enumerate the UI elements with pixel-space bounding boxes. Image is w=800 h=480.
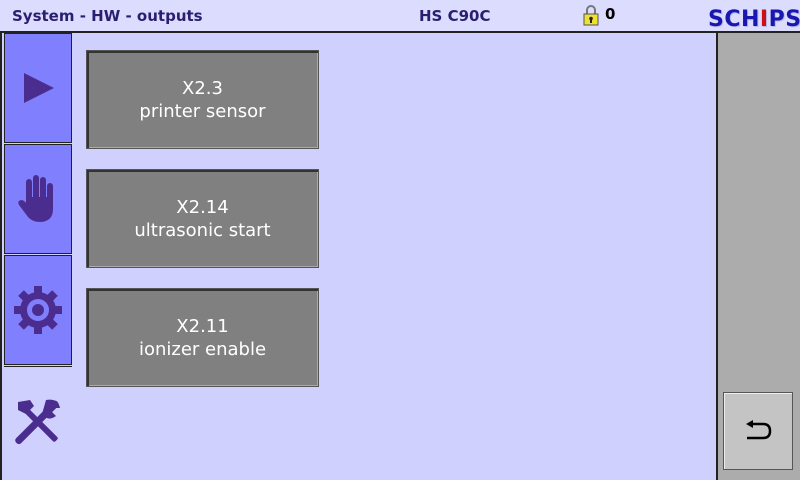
machine-name: HS C90C — [419, 7, 491, 25]
output-id: X2.14 — [176, 196, 229, 218]
header-bar: System - HW - outputs HS C90C 0 SCHIPS — [0, 0, 800, 33]
sidebar — [0, 33, 72, 480]
output-button-x2-3[interactable]: X2.3 printer sensor — [86, 50, 319, 149]
output-id: X2.11 — [176, 315, 229, 337]
access-level: 0 — [605, 5, 616, 23]
schips-logo: SCHIPS — [708, 7, 800, 32]
sidebar-item-system[interactable] — [4, 366, 72, 476]
tools-icon — [15, 399, 60, 444]
gear-icon — [14, 286, 62, 334]
page-title: System - HW - outputs — [12, 7, 203, 25]
output-label: printer sensor — [139, 100, 266, 122]
back-button[interactable] — [723, 392, 793, 470]
sidebar-item-settings[interactable] — [4, 255, 72, 365]
return-arrow-icon — [746, 420, 772, 440]
sidebar-item-run[interactable] — [4, 33, 72, 143]
output-button-x2-14[interactable]: X2.14 ultrasonic start — [86, 169, 319, 268]
output-button-x2-11[interactable]: X2.11 ionizer enable — [86, 288, 319, 387]
sidebar-item-manual[interactable] — [4, 144, 72, 254]
output-label: ionizer enable — [138, 338, 267, 360]
output-label: ultrasonic start — [134, 219, 271, 241]
hand-icon — [18, 175, 53, 222]
play-icon — [24, 73, 54, 103]
output-id: X2.3 — [182, 77, 223, 99]
lock-icon[interactable] — [583, 4, 599, 26]
